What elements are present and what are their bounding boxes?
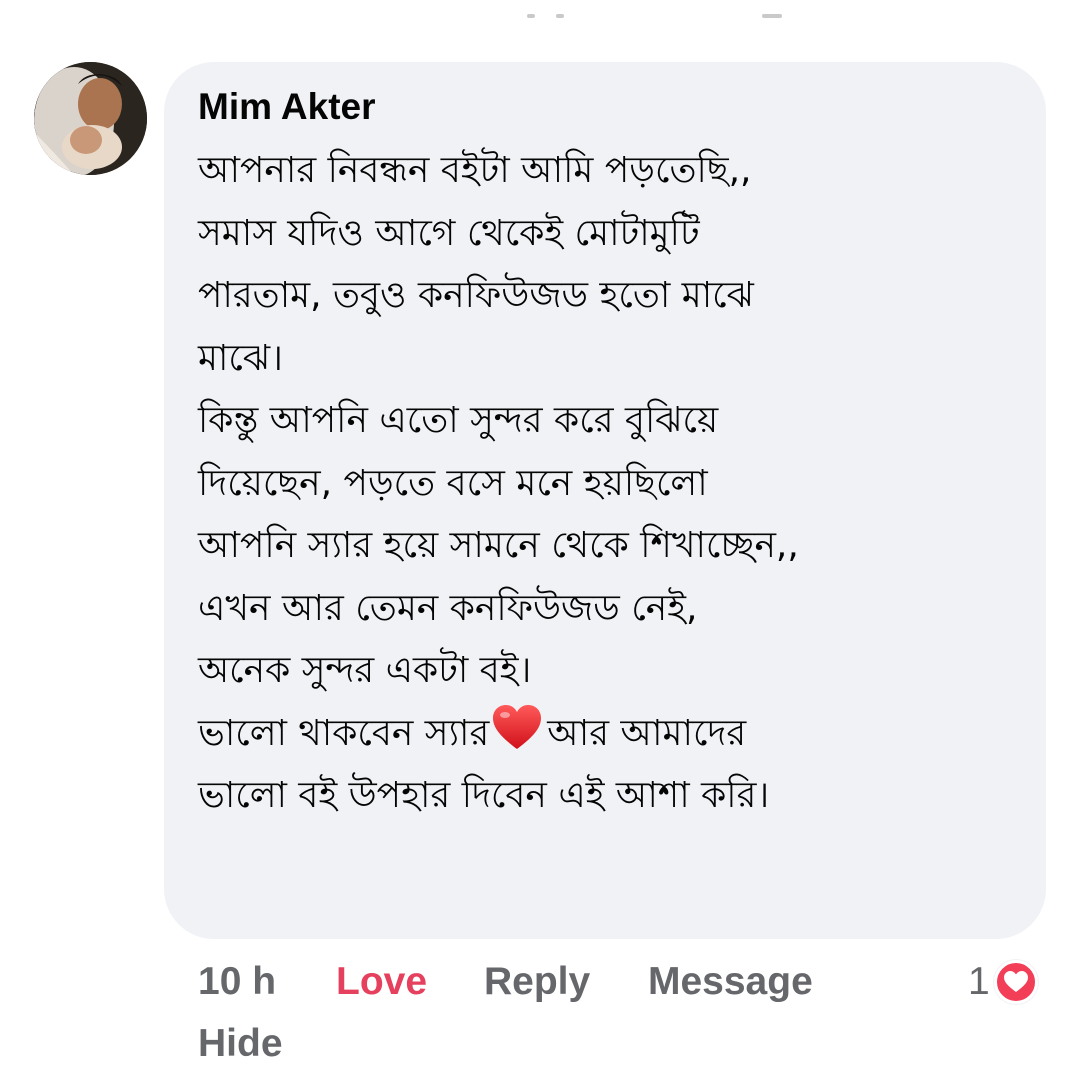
fragment-mark bbox=[527, 14, 535, 18]
reply-button[interactable]: Reply bbox=[484, 960, 590, 1004]
hide-button[interactable]: Hide bbox=[198, 1022, 283, 1066]
comment-text-segment: ভালো থাকবেন স্যার bbox=[198, 712, 490, 754]
comment-author[interactable]: Mim Akter bbox=[198, 86, 376, 128]
comment-screen: Mim Akter আপনার নিবন্ধন বইটা আমি পড়তেছি… bbox=[0, 0, 1080, 1090]
comment-line: আপনার নিবন্ধন বইটা আমি পড়তেছি,, bbox=[198, 150, 752, 191]
comment-line: কিন্তু আপনি এতো সুন্দর করে বুঝিয়ে bbox=[198, 400, 719, 441]
comment-text-segment: আর আমাদের bbox=[547, 712, 747, 754]
fragment-mark bbox=[556, 14, 564, 18]
love-button[interactable]: Love bbox=[336, 960, 427, 1004]
message-button[interactable]: Message bbox=[648, 960, 813, 1004]
avatar-photo bbox=[34, 62, 147, 175]
fragment-mark bbox=[762, 14, 782, 18]
comment-line-with-emoji: ভালো থাকবেন স্যার আর আমাদের bbox=[198, 703, 1038, 766]
comment-line: পারতাম, তবুও কনফিউজড হতো মাঝে bbox=[198, 275, 754, 316]
comment-line: অনেক সুন্দর একটা বই। bbox=[198, 650, 532, 691]
love-reaction-icon bbox=[993, 960, 1038, 1004]
comment-line: আপনি স্যার হয়ে সামনে থেকে শিখাচ্ছেন,, bbox=[198, 525, 799, 566]
comment-body: আপনার নিবন্ধন বইটা আমি পড়তেছি,, সমাস যদ… bbox=[198, 140, 1038, 828]
timestamp[interactable]: 10 h bbox=[198, 960, 276, 1004]
reaction-summary[interactable]: 1 bbox=[968, 958, 1038, 1006]
previous-comment-fragment bbox=[0, 0, 1080, 30]
comment-line: ভালো বই উপহার দিবেন এই আশা করি। bbox=[198, 775, 770, 816]
comment-line: দিয়েছেন, পড়তে বসে মনে হয়ছিলো bbox=[198, 462, 708, 504]
reaction-count: 1 bbox=[968, 960, 990, 1003]
red-heart-emoji-icon bbox=[491, 703, 543, 751]
comment-line: এখন আর তেমন কনফিউজড নেই, bbox=[198, 587, 698, 629]
avatar[interactable] bbox=[34, 62, 147, 175]
comment-line: সমাস যদিও আগে থেকেই মোটামুটি bbox=[198, 212, 700, 254]
comment-line: মাঝে। bbox=[198, 337, 284, 379]
